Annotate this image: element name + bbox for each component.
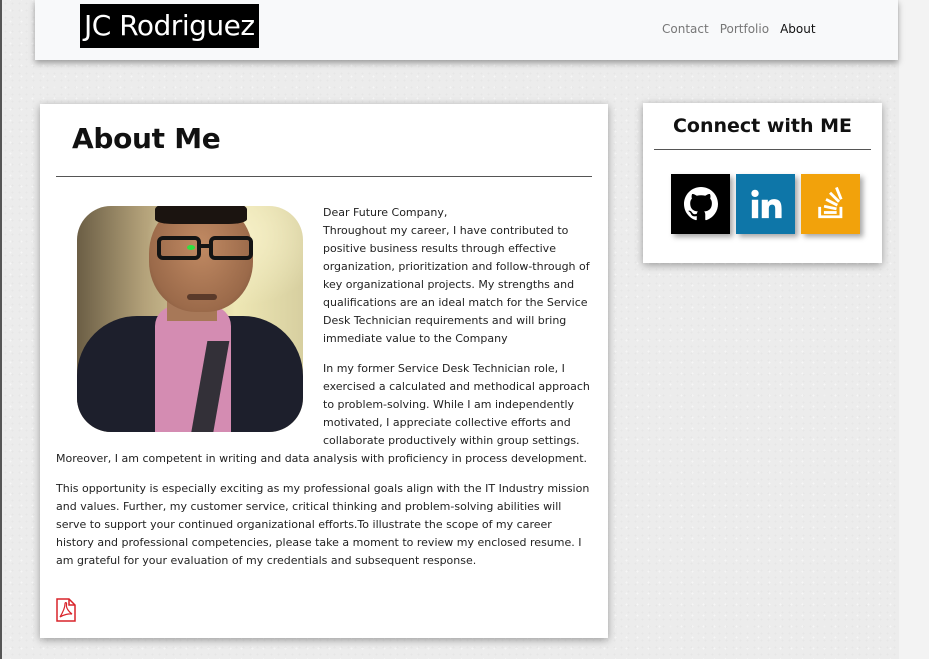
about-body: Dear Future Company, Throughout my caree… bbox=[56, 204, 593, 582]
brand-logo[interactable]: JC Rodriguez bbox=[80, 4, 259, 48]
connect-card: Connect with ME bbox=[643, 103, 882, 263]
connect-title: Connect with ME bbox=[672, 115, 853, 137]
nav-links: Contact Portfolio About bbox=[662, 21, 827, 37]
github-link[interactable] bbox=[671, 174, 730, 234]
navbar: JC Rodriguez Contact Portfolio About bbox=[35, 0, 898, 60]
github-icon bbox=[683, 187, 718, 221]
linkedin-link[interactable] bbox=[736, 174, 795, 234]
closing-paragraph: This opportunity is especially exciting … bbox=[56, 482, 590, 567]
about-card: About Me Dear Future Company, Throughout… bbox=[40, 104, 608, 638]
divider bbox=[56, 176, 592, 177]
scrollbar-track[interactable] bbox=[899, 0, 929, 659]
divider bbox=[654, 149, 871, 150]
stack-overflow-link[interactable] bbox=[801, 174, 860, 234]
nav-about[interactable]: About bbox=[780, 21, 815, 37]
pdf-file-icon[interactable] bbox=[56, 598, 76, 622]
portrait-image bbox=[77, 206, 303, 432]
about-title: About Me bbox=[72, 122, 221, 155]
nav-portfolio[interactable]: Portfolio bbox=[720, 21, 769, 37]
linkedin-icon bbox=[750, 189, 782, 219]
stack-overflow-icon bbox=[817, 187, 842, 219]
nav-contact[interactable]: Contact bbox=[662, 21, 709, 37]
